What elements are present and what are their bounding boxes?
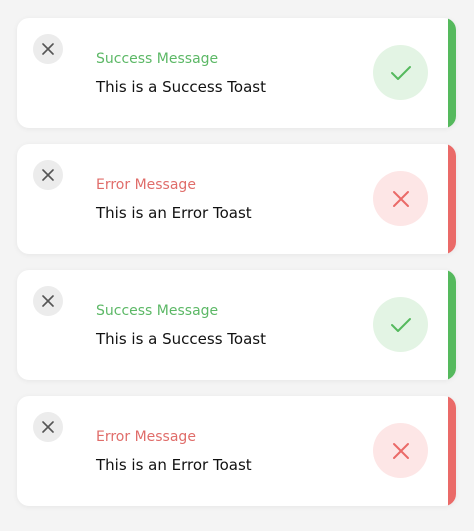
x-icon	[392, 190, 409, 207]
accent-bar	[448, 144, 456, 254]
toast-message: This is an Error Toast	[96, 456, 252, 474]
toast-success: Success Message This is a Success Toast	[17, 270, 456, 380]
check-icon	[390, 65, 411, 80]
close-icon	[42, 421, 54, 433]
x-icon	[392, 442, 409, 459]
toast-error: Error Message This is an Error Toast	[17, 144, 456, 254]
toast-message: This is a Success Toast	[96, 78, 266, 96]
toast-title: Error Message	[96, 429, 196, 445]
close-button[interactable]	[33, 160, 63, 190]
close-button[interactable]	[33, 34, 63, 64]
close-icon	[42, 169, 54, 181]
toast-title: Error Message	[96, 177, 196, 193]
close-icon	[42, 43, 54, 55]
close-button[interactable]	[33, 412, 63, 442]
accent-bar	[448, 270, 456, 380]
accent-bar	[448, 18, 456, 128]
close-icon	[42, 295, 54, 307]
toast-title: Success Message	[96, 51, 219, 67]
status-badge	[373, 171, 428, 226]
status-badge	[373, 45, 428, 100]
toast-message: This is a Success Toast	[96, 330, 266, 348]
accent-bar	[448, 396, 456, 506]
toast-title: Success Message	[96, 303, 219, 319]
close-button[interactable]	[33, 286, 63, 316]
status-badge	[373, 423, 428, 478]
status-badge	[373, 297, 428, 352]
toast-error: Error Message This is an Error Toast	[17, 396, 456, 506]
toast-success: Success Message This is a Success Toast	[17, 18, 456, 128]
check-icon	[390, 317, 411, 332]
toast-message: This is an Error Toast	[96, 204, 252, 222]
